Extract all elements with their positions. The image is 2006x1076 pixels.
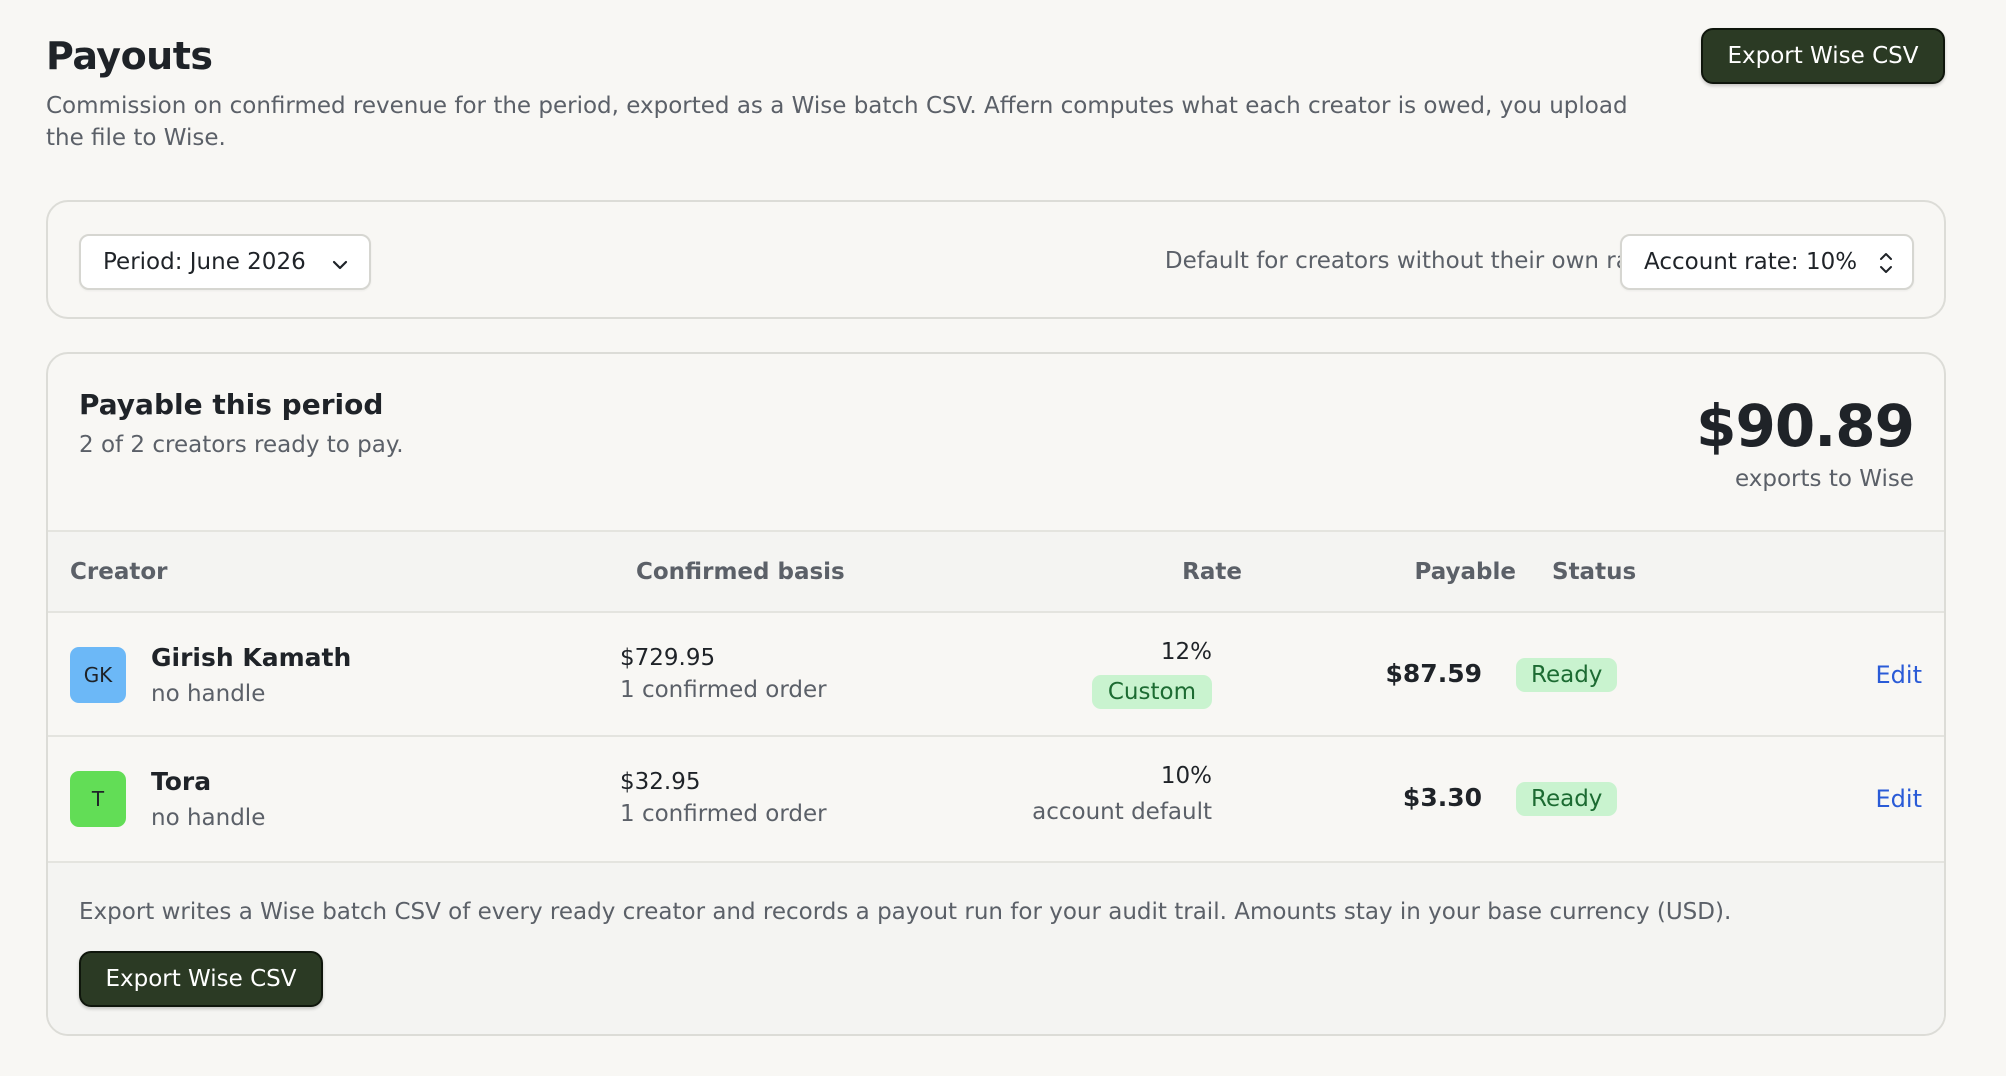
avatar: T: [70, 771, 126, 827]
page-title: Payouts: [46, 34, 213, 78]
payouts-card: Payable this period 2 of 2 creators read…: [46, 352, 1946, 1036]
creator-name: Tora: [151, 767, 212, 796]
account-rate-select[interactable]: Account rate: 10%: [1620, 234, 1914, 290]
confirmed-basis: $32.95: [620, 769, 701, 795]
column-header-payable: Payable: [1414, 559, 1516, 585]
chevron-down-icon: [331, 254, 349, 280]
avatar: GK: [70, 647, 126, 703]
creator-handle: no handle: [151, 681, 266, 707]
summary-subtitle: 2 of 2 creators ready to pay.: [79, 432, 404, 458]
payouts-page: Payouts Commission on confirmed revenue …: [0, 0, 2006, 1076]
payable-amount: $87.59: [1385, 659, 1482, 688]
period-select-label: Period: June 2026: [103, 249, 306, 275]
export-wise-csv-button[interactable]: Export Wise CSV: [79, 951, 323, 1007]
rate-source-note: account default: [1032, 799, 1212, 825]
chevron-up-down-icon: [1878, 249, 1894, 283]
payable-total-caption: exports to Wise: [1735, 466, 1914, 492]
confirmed-orders: 1 confirmed order: [620, 677, 827, 703]
edit-link[interactable]: Edit: [1876, 661, 1922, 689]
status-badge: Ready: [1516, 658, 1618, 692]
payable-total: $90.89: [1696, 392, 1915, 460]
confirmed-orders: 1 confirmed order: [620, 801, 827, 827]
column-header-status: Status: [1552, 559, 1637, 585]
status-badge: Ready: [1516, 782, 1618, 816]
filter-bar: Period: June 2026 Default for creators w…: [46, 200, 1946, 319]
rate-value: 12%: [1160, 639, 1212, 665]
creator-name: Girish Kamath: [151, 643, 352, 672]
table-header: Creator Confirmed basis Rate Payable Sta…: [48, 530, 1944, 613]
custom-rate-badge: Custom: [1091, 675, 1212, 709]
export-footer: Export writes a Wise batch CSV of every …: [48, 861, 1944, 1034]
column-header-creator: Creator: [70, 559, 168, 585]
account-rate-label: Account rate: 10%: [1644, 249, 1858, 275]
confirmed-basis: $729.95: [620, 645, 716, 671]
account-rate-hint: Default for creators without their own r…: [1164, 248, 1653, 274]
table-row: T Tora no handle $32.95 1 confirmed orde…: [48, 737, 1944, 861]
payable-amount: $3.30: [1402, 783, 1482, 812]
period-select[interactable]: Period: June 2026: [79, 234, 371, 290]
export-wise-csv-button[interactable]: Export Wise CSV: [1701, 28, 1945, 84]
summary-title: Payable this period: [79, 388, 384, 421]
page-subtitle: Commission on confirmed revenue for the …: [46, 93, 1628, 151]
creator-handle: no handle: [151, 805, 266, 831]
export-footer-note: Export writes a Wise batch CSV of every …: [79, 899, 1732, 925]
rate-value: 10%: [1160, 763, 1212, 789]
edit-link[interactable]: Edit: [1876, 785, 1922, 813]
table-row: GK Girish Kamath no handle $729.95 1 con…: [48, 613, 1944, 737]
column-header-rate: Rate: [1182, 559, 1242, 585]
column-header-basis: Confirmed basis: [636, 559, 845, 585]
